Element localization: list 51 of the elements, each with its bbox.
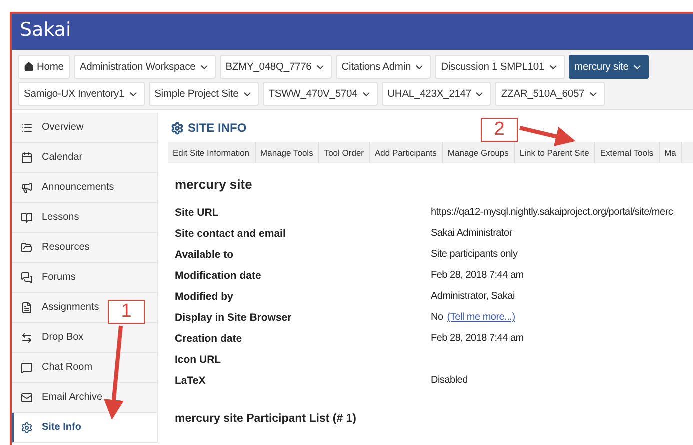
field-value: Site participants only bbox=[431, 249, 518, 260]
field-label: Site URL bbox=[175, 206, 220, 220]
sidebar-item[interactable]: Drop Box bbox=[12, 323, 158, 353]
field-value: https://qa12-mysql.nightly.sakaiproject.org/portal/site/merc bbox=[431, 207, 674, 218]
field-value: Administrator, Sakai bbox=[431, 291, 515, 302]
tool-tab[interactable]: Tool Order bbox=[319, 142, 370, 163]
site-tab[interactable]: TSWW_470V_5704 bbox=[262, 82, 378, 106]
field-label: Icon URL bbox=[175, 352, 222, 368]
annotation-tooltip: 2 bbox=[481, 118, 518, 142]
field-label: Site contact and email bbox=[175, 226, 287, 242]
sidebar-item[interactable]: Email Archive bbox=[12, 383, 158, 413]
tool-tab[interactable]: External Tools bbox=[595, 142, 660, 163]
participant-list-heading: mercury site Participant List (# 1) bbox=[175, 413, 358, 425]
sidebar-item[interactable]: Resources bbox=[12, 233, 158, 263]
field-label: Display in Site Browser bbox=[175, 310, 293, 326]
sidebar-item[interactable]: Lessons bbox=[12, 203, 158, 233]
field-value: Feb 28, 2018 7:44 am bbox=[431, 333, 524, 344]
tell-me-more-link[interactable]: (Tell me more...) bbox=[447, 312, 516, 323]
field-value: Sakai Administrator bbox=[431, 228, 512, 239]
tool-tab[interactable]: Add Participants bbox=[370, 142, 443, 163]
field-value: Feb 28, 2018 7:44 am bbox=[431, 270, 524, 281]
site-tab[interactable]: Home bbox=[18, 55, 70, 79]
field-label: LaTeX bbox=[175, 374, 207, 388]
sidebar-item[interactable]: Chat Room bbox=[12, 353, 158, 383]
field-label: Modified by bbox=[175, 290, 234, 304]
sidebar-item[interactable]: Calendar bbox=[12, 143, 158, 173]
field-label: Modification date bbox=[175, 268, 262, 284]
site-tab[interactable]: UHAL_423X_2147 bbox=[382, 82, 492, 106]
tool-tab[interactable]: Edit Site Information bbox=[168, 142, 256, 163]
site-tab[interactable]: Administration Workspace bbox=[74, 55, 216, 79]
site-tab[interactable]: Citations Admin bbox=[336, 55, 432, 79]
annotation-tooltip: 1 bbox=[108, 300, 145, 324]
site-tab[interactable]: mercury site bbox=[568, 55, 649, 79]
logo[interactable]: Sakai bbox=[20, 19, 72, 45]
site-tab[interactable]: Samigo-UX Inventory1 bbox=[18, 82, 145, 106]
sidebar-item[interactable]: Announcements bbox=[12, 173, 158, 203]
site-tab[interactable]: Simple Project Site bbox=[148, 82, 259, 106]
sidebar-item[interactable]: Overview bbox=[12, 113, 158, 143]
field-label: Available to bbox=[175, 248, 235, 262]
sidebar-item[interactable]: Site Info bbox=[12, 413, 158, 443]
site-tab[interactable]: ZZAR_510A_6057 bbox=[495, 82, 605, 106]
site-tab[interactable]: BZMY_048Q_7776 bbox=[220, 55, 332, 79]
site-tab[interactable]: Discussion 1 SMPL101 bbox=[435, 55, 565, 79]
field-label: Creation date bbox=[175, 332, 244, 346]
site-title: mercury site bbox=[175, 177, 254, 192]
tool-tab[interactable]: Manage Tools bbox=[256, 142, 320, 163]
field-value: No bbox=[431, 312, 444, 323]
sidebar-item[interactable]: Forums bbox=[12, 263, 158, 293]
tool-title: SITE INFO bbox=[188, 121, 247, 135]
tool-tab[interactable]: Ma bbox=[660, 142, 682, 163]
field-value: Disabled bbox=[431, 375, 468, 386]
